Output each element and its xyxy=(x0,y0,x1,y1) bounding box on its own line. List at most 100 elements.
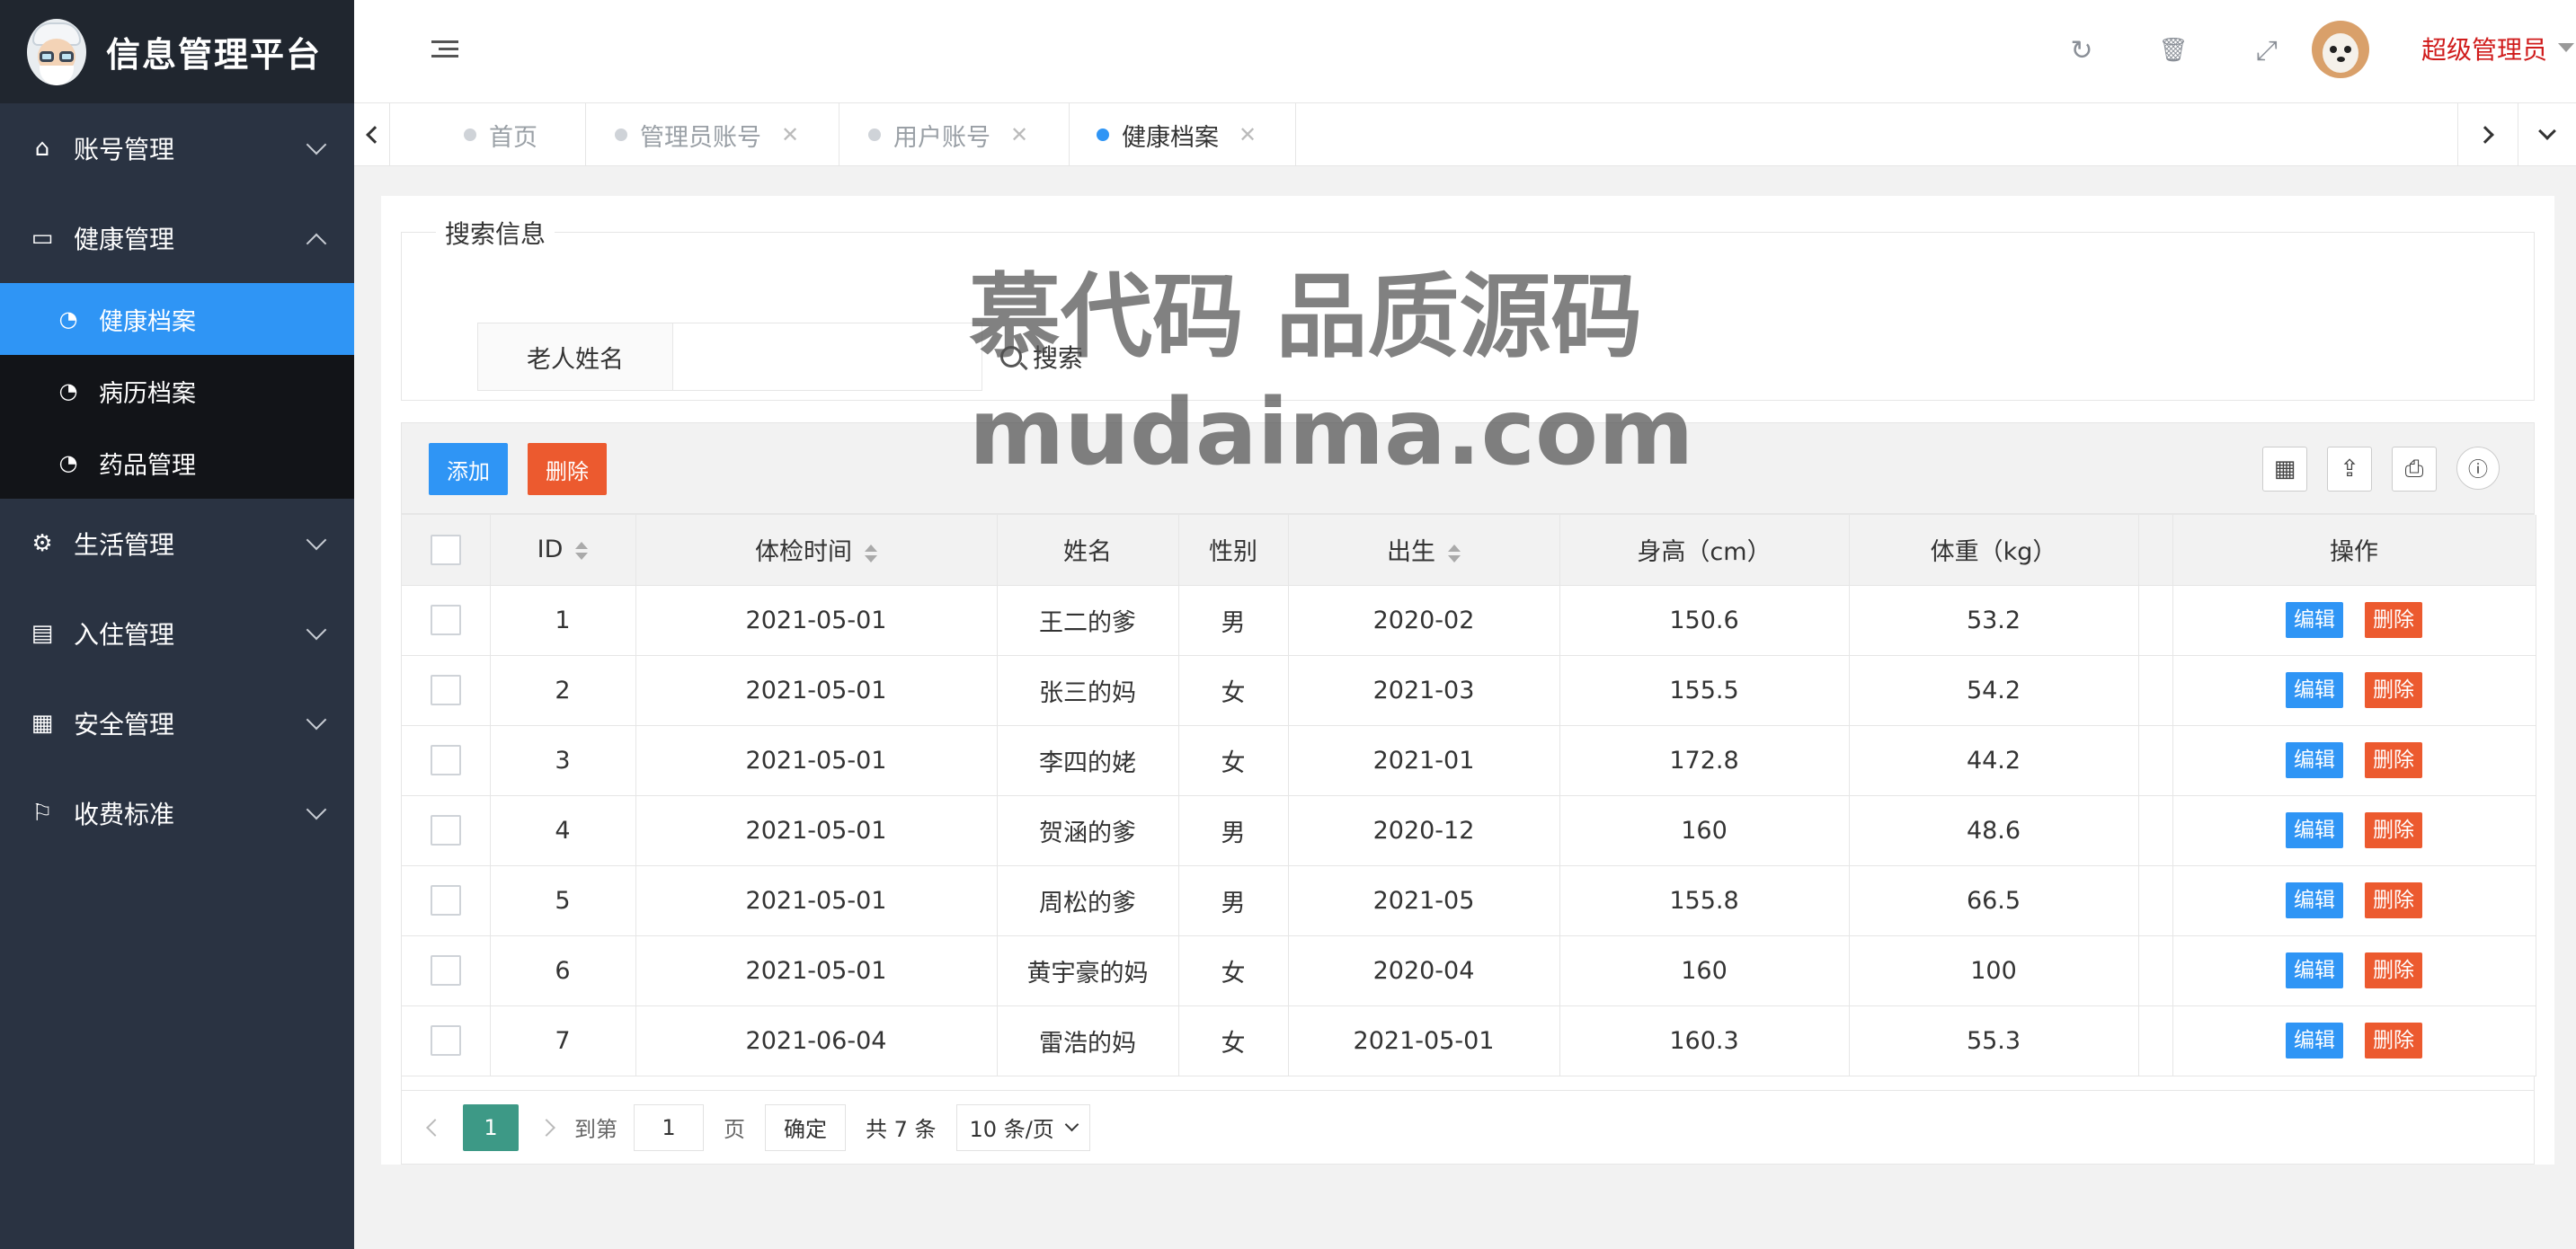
tab-home[interactable]: 首页 xyxy=(421,103,586,166)
edit-button[interactable]: 编辑 xyxy=(2286,742,2343,778)
chevron-left-icon xyxy=(365,126,384,144)
info-icon[interactable]: ⓘ xyxy=(2456,447,2500,490)
checkbox[interactable] xyxy=(430,885,461,916)
edit-button[interactable]: 编辑 xyxy=(2286,602,2343,638)
sort-icon[interactable] xyxy=(865,544,877,562)
sidebar-item-fees[interactable]: ⚐ 收费标准 xyxy=(0,768,354,858)
tab-dropdown-button[interactable] xyxy=(2518,103,2576,166)
current-page[interactable]: 1 xyxy=(463,1103,519,1151)
select-all-checkbox-cell[interactable] xyxy=(402,515,491,586)
page-size-select[interactable]: 10 条/页 xyxy=(955,1103,1090,1151)
table-row: 3 2021-05-01 李四的姥女 2021-01 172.8 44.2 编辑 删除 xyxy=(402,725,2536,796)
refresh-icon[interactable]: ↻ xyxy=(2064,32,2100,68)
cell-name: 贺涵的爹 xyxy=(997,795,1179,866)
row-checkbox-cell[interactable] xyxy=(402,935,491,1006)
sort-icon[interactable] xyxy=(1448,544,1461,562)
checkbox[interactable] xyxy=(430,675,461,705)
edit-button[interactable]: 编辑 xyxy=(2286,1023,2343,1059)
sidebar-item-account[interactable]: ⌂ 账号管理 xyxy=(0,103,354,193)
cell-actions: 编辑 删除 xyxy=(2172,865,2536,936)
document-icon: ▤ xyxy=(31,620,54,647)
delete-button[interactable]: 删除 xyxy=(2365,672,2422,708)
table-row: 6 2021-05-01 黄宇豪的妈女 2020-04 160 100 编辑 删除 xyxy=(402,935,2536,1006)
sidebar-subitem-health-records[interactable]: ◔ 健康档案 xyxy=(0,283,354,355)
tab-label: 管理员账号 xyxy=(640,123,761,152)
delete-button[interactable]: 删除 xyxy=(2365,1023,2422,1059)
tab-admin-accounts[interactable]: 管理员账号 ✕ xyxy=(586,103,839,166)
search-input[interactable] xyxy=(673,323,982,391)
column-header-spacer xyxy=(2138,515,2173,586)
cell-id: 6 xyxy=(490,935,636,1006)
caret-down-icon[interactable] xyxy=(2558,43,2574,52)
checkbox[interactable] xyxy=(430,815,461,846)
close-icon[interactable]: ✕ xyxy=(1010,122,1028,147)
delete-button[interactable]: 删除 xyxy=(2365,602,2422,638)
tab-scroll-left-button[interactable] xyxy=(354,103,390,166)
goto-confirm-button[interactable]: 确定 xyxy=(765,1103,846,1151)
edit-button[interactable]: 编辑 xyxy=(2286,882,2343,918)
delete-button[interactable]: 删除 xyxy=(2365,882,2422,918)
row-checkbox-cell[interactable] xyxy=(402,585,491,656)
user-name[interactable]: 超级管理员 xyxy=(2421,31,2547,66)
row-checkbox-cell[interactable] xyxy=(402,655,491,726)
delete-button[interactable]: 删除 xyxy=(2365,812,2422,848)
fullscreen-icon[interactable]: ⤢ xyxy=(2249,32,2285,68)
prev-page-icon[interactable] xyxy=(426,1118,444,1137)
row-checkbox-cell[interactable] xyxy=(402,795,491,866)
sidebar-item-checkin[interactable]: ▤ 入住管理 xyxy=(0,589,354,678)
checkbox[interactable] xyxy=(430,605,461,635)
sidebar-item-health[interactable]: ▭ 健康管理 xyxy=(0,193,354,283)
column-header-id[interactable]: ID xyxy=(490,515,636,586)
sidebar-item-life[interactable]: ⚙ 生活管理 xyxy=(0,499,354,589)
cell-gender: 男 xyxy=(1178,795,1289,866)
edit-button[interactable]: 编辑 xyxy=(2286,812,2343,848)
menu-toggle-icon[interactable] xyxy=(431,40,458,60)
sidebar-item-safety[interactable]: ▦ 安全管理 xyxy=(0,678,354,768)
close-icon[interactable]: ✕ xyxy=(1239,122,1257,147)
chevron-down-icon xyxy=(306,709,327,731)
checkbox[interactable] xyxy=(430,955,461,986)
search-button[interactable]: 搜索 xyxy=(1000,323,1126,391)
print-icon[interactable]: ⎙ xyxy=(2392,447,2437,492)
chevron-down-icon xyxy=(306,529,327,551)
checkbox[interactable] xyxy=(430,745,461,775)
column-header-date[interactable]: 体检时间 xyxy=(635,515,998,586)
app-title: 信息管理平台 xyxy=(106,35,323,75)
sidebar-item-label: 入住管理 xyxy=(74,620,175,650)
chevron-down-icon xyxy=(2538,122,2556,140)
tab-label: 首页 xyxy=(489,123,537,152)
checkbox[interactable] xyxy=(430,1025,461,1056)
tab-health-records[interactable]: 健康档案 ✕ xyxy=(1070,103,1296,166)
delete-button[interactable]: 删除 xyxy=(2365,742,2422,778)
delete-button[interactable]: 删除 xyxy=(2365,952,2422,988)
checkbox[interactable] xyxy=(430,534,461,565)
columns-icon[interactable]: ▦ xyxy=(2262,447,2307,492)
sidebar-subitem-drug-management[interactable]: ◔ 药品管理 xyxy=(0,427,354,499)
row-checkbox-cell[interactable] xyxy=(402,725,491,796)
edit-button[interactable]: 编辑 xyxy=(2286,672,2343,708)
sidebar-item-label: 安全管理 xyxy=(74,710,175,740)
next-page-icon[interactable] xyxy=(537,1118,555,1137)
edit-button[interactable]: 编辑 xyxy=(2286,952,2343,988)
close-icon[interactable]: ✕ xyxy=(781,122,799,147)
goto-page-input[interactable]: 1 xyxy=(634,1103,704,1151)
sidebar-subitem-medical-records[interactable]: ◔ 病历档案 xyxy=(0,355,354,427)
column-header-birth[interactable]: 出生 xyxy=(1288,515,1560,586)
trash-icon[interactable]: 🗑 xyxy=(2155,32,2191,68)
cell-id: 4 xyxy=(490,795,636,866)
tab-label: 用户账号 xyxy=(893,123,990,152)
tab-scroll-right-button[interactable] xyxy=(2457,103,2518,166)
row-checkbox-cell[interactable] xyxy=(402,865,491,936)
sort-icon[interactable] xyxy=(575,541,589,560)
cell-actions: 编辑 删除 xyxy=(2172,1005,2536,1076)
tab-user-accounts[interactable]: 用户账号 ✕ xyxy=(839,103,1070,166)
avatar[interactable] xyxy=(2312,21,2369,78)
cell-actions: 编辑 删除 xyxy=(2172,935,2536,1006)
logo-area: 信息管理平台 xyxy=(0,0,354,103)
page-size-value: 10 条/页 xyxy=(969,1117,1054,1142)
add-button[interactable]: 添加 xyxy=(429,443,508,495)
cell-spacer xyxy=(2138,1005,2173,1076)
batch-delete-button[interactable]: 删除 xyxy=(528,443,607,495)
export-icon[interactable]: ⇪ xyxy=(2327,447,2372,492)
row-checkbox-cell[interactable] xyxy=(402,1005,491,1076)
